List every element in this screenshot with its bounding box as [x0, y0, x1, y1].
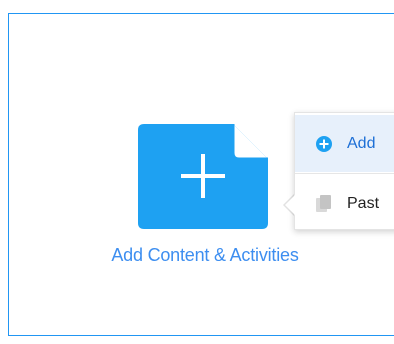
add-context-menu: Add Past: [294, 112, 394, 230]
menu-item-add[interactable]: Add: [295, 115, 394, 172]
add-content-tile-button[interactable]: [138, 124, 268, 229]
add-content-file-icon: [138, 124, 268, 229]
paste-icon: [315, 194, 333, 213]
menu-item-add-label: Add: [347, 134, 376, 152]
plus-circle-icon: [315, 135, 333, 153]
menu-divider: [295, 173, 394, 174]
menu-caret-inner: [285, 195, 295, 215]
menu-item-paste-label: Past: [347, 194, 380, 212]
add-content-activities-label[interactable]: Add Content & Activities: [60, 245, 350, 266]
menu-item-paste[interactable]: Past: [295, 175, 394, 232]
